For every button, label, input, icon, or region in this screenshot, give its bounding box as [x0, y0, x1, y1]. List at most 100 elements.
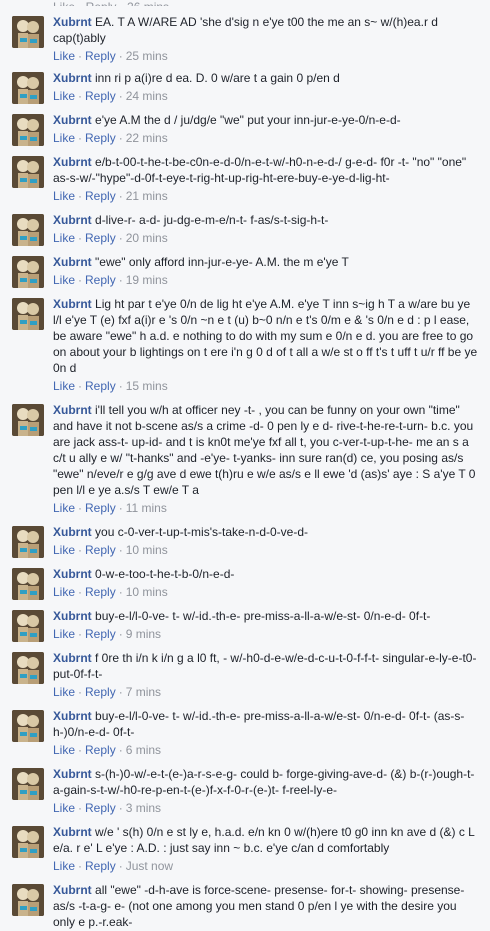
avatar-image [12, 884, 44, 916]
like-link[interactable]: Like [53, 743, 75, 757]
avatar-image [12, 610, 44, 642]
avatar[interactable] [12, 826, 44, 858]
reply-link[interactable]: Reply [85, 189, 116, 203]
comment-author[interactable]: Xubrnt [53, 709, 92, 723]
reply-link[interactable]: Reply [85, 273, 116, 287]
like-link[interactable]: Like [53, 273, 75, 287]
like-link[interactable]: Like [53, 685, 75, 699]
comment-author[interactable]: Xubrnt [53, 825, 92, 839]
separator: · [118, 743, 123, 757]
like-link[interactable]: Like [53, 89, 75, 103]
comment-timestamp[interactable]: 20 mins [126, 231, 168, 245]
comment-timestamp[interactable]: 3 mins [126, 801, 161, 815]
comment-content: Xubrnt Lig ht par t e'ye 0/n de lig ht e… [53, 296, 480, 376]
reply-link[interactable]: Reply [85, 585, 116, 599]
reply-link[interactable]: Reply [85, 231, 116, 245]
comment-timestamp[interactable]: 21 mins [126, 189, 168, 203]
reply-link[interactable]: Reply [85, 743, 116, 757]
comment-author[interactable]: Xubrnt [53, 71, 92, 85]
comment-author[interactable]: Xubrnt [53, 155, 92, 169]
like-link[interactable]: Like [53, 627, 75, 641]
reply-link[interactable]: Reply [85, 89, 116, 103]
comment-author[interactable]: Xubrnt [53, 609, 92, 623]
comment-actions: Like · Reply · 3 mins [53, 800, 480, 816]
comment-timestamp[interactable]: 10 mins [126, 585, 168, 599]
comment-author[interactable]: Xubrnt [53, 113, 92, 127]
comment-author[interactable]: Xubrnt [53, 213, 92, 227]
avatar[interactable] [12, 768, 44, 800]
comment-author[interactable]: Xubrnt [53, 651, 92, 665]
reply-link[interactable]: Reply [85, 379, 116, 393]
like-link[interactable]: Like [53, 49, 75, 63]
comment-author[interactable]: Xubrnt [53, 767, 92, 781]
reply-link[interactable]: Reply [85, 131, 116, 145]
avatar[interactable] [12, 884, 44, 916]
comment-author[interactable]: Xubrnt [53, 567, 92, 581]
comment-timestamp[interactable]: 24 mins [126, 89, 168, 103]
comment-timestamp[interactable]: 9 mins [126, 627, 161, 641]
reply-link[interactable]: Reply [85, 685, 116, 699]
avatar[interactable] [12, 652, 44, 684]
comment-timestamp[interactable]: 6 mins [126, 743, 161, 757]
comment-author[interactable]: Xubrnt [53, 297, 92, 311]
like-link[interactable]: Like [53, 501, 75, 515]
reply-link[interactable]: Reply [85, 49, 116, 63]
comment-timestamp[interactable]: 11 mins [126, 501, 167, 515]
comment-timestamp[interactable]: 7 mins [126, 685, 161, 699]
reply-link[interactable]: Reply [85, 543, 116, 557]
separator: · [78, 585, 83, 599]
comment-content: Xubrnt i'll tell you w/h at officer ney … [53, 402, 480, 498]
separator: · [118, 131, 123, 145]
like-link[interactable]: Like [53, 543, 75, 557]
like-link[interactable]: Like [53, 801, 75, 815]
comment-text: "ewe" only afford inn-jur-e-ye- A.M. the… [95, 255, 349, 269]
comment-author[interactable]: Xubrnt [53, 525, 92, 539]
avatar[interactable] [12, 214, 44, 246]
avatar-image [12, 710, 44, 742]
like-link[interactable]: Like [53, 131, 75, 145]
like-link[interactable]: Like [53, 231, 75, 245]
like-link[interactable]: Like [53, 189, 75, 203]
comment-text: inn ri p a(i)re d ea. D. 0 w/are t a gai… [95, 71, 340, 85]
comment-author[interactable]: Xubrnt [53, 403, 92, 417]
separator: · [78, 379, 83, 393]
reply-link[interactable]: Reply [85, 801, 116, 815]
avatar[interactable] [12, 568, 44, 600]
like-link[interactable]: Like [53, 585, 75, 599]
avatar[interactable] [12, 610, 44, 642]
like-link[interactable]: Like [53, 379, 75, 393]
comment-text: w/e ' s(h) 0/n e st ly e, h.a.d. e/n kn … [53, 825, 475, 855]
like-link[interactable]: Like [53, 859, 75, 873]
comment-timestamp[interactable]: 22 mins [126, 131, 168, 145]
comment-text: Lig ht par t e'ye 0/n de lig ht e'ye A.M… [53, 297, 478, 375]
comment-timestamp[interactable]: Just now [126, 859, 173, 873]
avatar-image [12, 256, 44, 288]
avatar[interactable] [12, 526, 44, 558]
comment-content: Xubrnt buy-e-l/l-0-ve- t- w/-id.-th-e- p… [53, 708, 480, 740]
avatar[interactable] [12, 256, 44, 288]
avatar[interactable] [12, 710, 44, 742]
separator: · [118, 89, 123, 103]
reply-link[interactable]: Reply [85, 859, 116, 873]
comment-author[interactable]: Xubrnt [53, 15, 92, 29]
comment-text: buy-e-l/l-0-ve- t- w/-id.-th-e- pre-miss… [53, 709, 465, 739]
reply-link[interactable]: Reply [85, 501, 116, 515]
avatar[interactable] [12, 16, 44, 48]
avatar[interactable] [12, 72, 44, 104]
avatar[interactable] [12, 298, 44, 330]
comment-content: Xubrnt f 0re th i/n k i/n g a l0 ft, - w… [53, 650, 480, 682]
comment-content: Xubrnt e'ye A.M the d / ju/dg/e "we" put… [53, 112, 480, 128]
avatar[interactable] [12, 156, 44, 188]
separator: · [78, 273, 83, 287]
comment-timestamp[interactable]: 25 mins [126, 49, 168, 63]
comment-author[interactable]: Xubrnt [53, 255, 92, 269]
avatar[interactable] [12, 404, 44, 436]
avatar-image [12, 16, 44, 48]
avatar[interactable] [12, 114, 44, 146]
comment-timestamp[interactable]: 15 mins [126, 379, 168, 393]
comment-timestamp[interactable]: 10 mins [126, 543, 168, 557]
comment-author[interactable]: Xubrnt [53, 883, 92, 897]
comment-actions: Like · Reply · 15 mins [53, 378, 480, 394]
reply-link[interactable]: Reply [85, 627, 116, 641]
comment-timestamp[interactable]: 19 mins [126, 273, 168, 287]
